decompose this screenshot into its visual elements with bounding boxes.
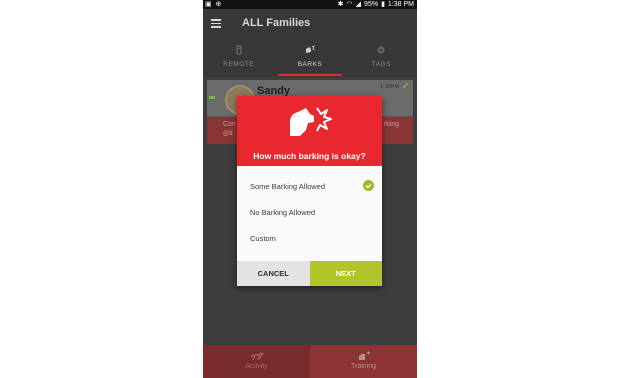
selected-check-icon (363, 180, 374, 191)
status-right: ✱ ◠ ◢ 95% ▮ 1:38 PM (338, 0, 414, 9)
tab-tags[interactable]: TAGS (346, 39, 417, 77)
active-tab-indicator (278, 74, 342, 76)
menu-icon[interactable] (211, 19, 221, 28)
tab-barks[interactable]: BARKS (274, 39, 345, 77)
clock: 1:38 PM (387, 1, 414, 8)
notification-icons: ▣ ⊕ (205, 1, 223, 8)
tab-remote-label: REMOTE (223, 61, 255, 68)
nav-activity[interactable]: Activity (203, 345, 310, 378)
dialog-title: How much barking is okay? (253, 151, 366, 161)
cancel-button[interactable]: CANCEL (237, 261, 310, 286)
option-label: No Barking Allowed (250, 208, 316, 217)
check-icon: ✓ (401, 81, 410, 92)
alert-left-text: Con (223, 121, 236, 128)
barking-dialog: How much barking is okay? Some Barking A… (237, 96, 382, 286)
remote-icon (236, 45, 242, 55)
tab-bar: REMOTE BARKS TAGS (203, 39, 417, 77)
bluetooth-icon: ✱ (337, 1, 344, 8)
barking-dog-icon (290, 107, 332, 136)
running-dog-icon (250, 352, 264, 361)
tag-icon (377, 46, 385, 54)
bark-icon (305, 45, 315, 53)
tab-barks-label: BARKS (297, 61, 323, 68)
signal-icon: ◢ (355, 1, 362, 8)
next-button[interactable]: NEXT (309, 261, 382, 286)
training-dog-icon (358, 351, 370, 360)
tab-tags-label: TAGS (371, 61, 391, 68)
nav-activity-label: Activity (245, 363, 268, 370)
option-no-barking[interactable]: No Barking Allowed (237, 200, 382, 226)
status-indicator (209, 96, 215, 99)
bottom-nav: Activity Training (203, 345, 417, 378)
battery-icon: ▮ (381, 1, 385, 8)
option-custom[interactable]: Custom (237, 226, 382, 252)
nav-training[interactable]: Training (310, 345, 417, 378)
dog-card-time: 1:38PM (380, 84, 399, 90)
battery-level: 95% (364, 1, 379, 8)
option-some-barking[interactable]: Some Barking Allowed (237, 174, 382, 200)
alert-right-text: rking (383, 121, 399, 128)
nav-training-label: Training (350, 363, 377, 370)
app-title: ALL Families (242, 17, 311, 29)
dialog-header: How much barking is okay? (237, 96, 382, 166)
tab-remote[interactable]: REMOTE (203, 39, 274, 77)
status-bar: ▣ ⊕ ✱ ◠ ◢ 95% ▮ 1:38 PM (203, 0, 417, 9)
option-label: Some Barking Allowed (250, 182, 326, 191)
app-bar: ALL Families (203, 9, 417, 39)
option-label: Custom (250, 234, 276, 243)
wifi-icon: ◠ (346, 1, 353, 8)
alert-left-subtext: @8 (223, 131, 233, 137)
dialog-footer: CANCEL NEXT (237, 261, 382, 286)
